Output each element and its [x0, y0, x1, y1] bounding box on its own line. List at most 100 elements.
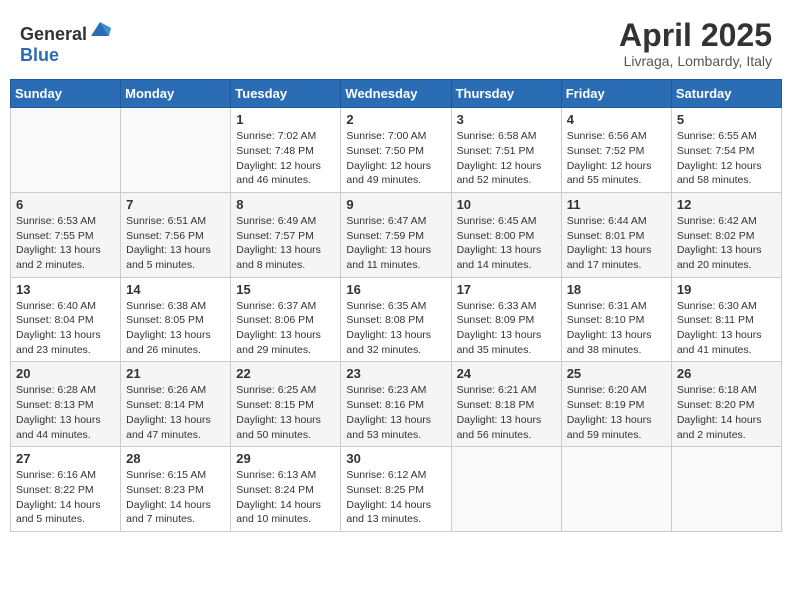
- location: Livraga, Lombardy, Italy: [619, 53, 772, 69]
- calendar-cell: 17 Sunrise: 6:33 AM Sunset: 8:09 PM Dayli…: [451, 277, 561, 362]
- calendar-cell: [11, 108, 121, 193]
- day-number: 9: [346, 197, 445, 212]
- logo: General Blue: [20, 18, 111, 66]
- day-info: Sunrise: 6:15 AM Sunset: 8:23 PM Dayligh…: [126, 468, 225, 527]
- day-info: Sunrise: 6:56 AM Sunset: 7:52 PM Dayligh…: [567, 129, 666, 188]
- calendar-cell: 19 Sunrise: 6:30 AM Sunset: 8:11 PM Dayli…: [671, 277, 781, 362]
- calendar-cell: 24Sunrise: 6:21 AM Sunset: 8:18 PM Dayli…: [451, 362, 561, 447]
- day-info: Sunrise: 6:21 AM Sunset: 8:18 PM Dayligh…: [457, 383, 556, 442]
- day-number: 13: [16, 282, 115, 297]
- day-number: 15: [236, 282, 335, 297]
- calendar-cell: 7Sunrise: 6:51 AM Sunset: 7:56 PM Daylig…: [121, 192, 231, 277]
- day-number: 2: [346, 112, 445, 127]
- calendar-week-row: 6Sunrise: 6:53 AM Sunset: 7:55 PM Daylig…: [11, 192, 782, 277]
- calendar-cell: 27 Sunrise: 6:16 AM Sunset: 8:22 PM Dayli…: [11, 447, 121, 532]
- day-number: 22: [236, 366, 335, 381]
- calendar-cell: 29Sunrise: 6:13 AM Sunset: 8:24 PM Dayli…: [231, 447, 341, 532]
- weekday-header-thursday: Thursday: [451, 80, 561, 108]
- calendar-cell: 22 Sunrise: 6:25 AM Sunset: 8:15 PM Dayli…: [231, 362, 341, 447]
- day-number: 10: [457, 197, 556, 212]
- day-number: 12: [677, 197, 776, 212]
- calendar-cell: 11Sunrise: 6:44 AM Sunset: 8:01 PM Dayli…: [561, 192, 671, 277]
- day-info: Sunrise: 6:47 AM Sunset: 7:59 PM Dayligh…: [346, 214, 445, 273]
- day-info: Sunrise: 6:38 AM Sunset: 8:05 PM Dayligh…: [126, 299, 225, 358]
- day-info: Sunrise: 6:25 AM Sunset: 8:15 PM Dayligh…: [236, 383, 335, 442]
- calendar-table: SundayMondayTuesdayWednesdayThursdayFrid…: [10, 79, 782, 532]
- day-number: 26: [677, 366, 776, 381]
- logo-icon: [89, 18, 111, 40]
- weekday-header-monday: Monday: [121, 80, 231, 108]
- calendar-cell: 9 Sunrise: 6:47 AM Sunset: 7:59 PM Daylig…: [341, 192, 451, 277]
- calendar-cell: 12 Sunrise: 6:42 AM Sunset: 8:02 PM Dayli…: [671, 192, 781, 277]
- day-info: Sunrise: 6:18 AM Sunset: 8:20 PM Dayligh…: [677, 383, 776, 442]
- day-info: Sunrise: 6:28 AM Sunset: 8:13 PM Dayligh…: [16, 383, 115, 442]
- calendar-week-row: 13Sunrise: 6:40 AM Sunset: 8:04 PM Dayli…: [11, 277, 782, 362]
- day-info: Sunrise: 6:13 AM Sunset: 8:24 PM Dayligh…: [236, 468, 335, 527]
- day-number: 17: [457, 282, 556, 297]
- day-info: Sunrise: 6:42 AM Sunset: 8:02 PM Dayligh…: [677, 214, 776, 273]
- day-info: Sunrise: 6:20 AM Sunset: 8:19 PM Dayligh…: [567, 383, 666, 442]
- day-info: Sunrise: 6:45 AM Sunset: 8:00 PM Dayligh…: [457, 214, 556, 273]
- calendar-cell: 25 Sunrise: 6:20 AM Sunset: 8:19 PM Dayli…: [561, 362, 671, 447]
- day-info: Sunrise: 6:49 AM Sunset: 7:57 PM Dayligh…: [236, 214, 335, 273]
- day-info: Sunrise: 6:23 AM Sunset: 8:16 PM Dayligh…: [346, 383, 445, 442]
- calendar-week-row: 27 Sunrise: 6:16 AM Sunset: 8:22 PM Dayli…: [11, 447, 782, 532]
- day-info: Sunrise: 6:35 AM Sunset: 8:08 PM Dayligh…: [346, 299, 445, 358]
- day-info: Sunrise: 6:16 AM Sunset: 8:22 PM Dayligh…: [16, 468, 115, 527]
- calendar-cell: 1 Sunrise: 7:02 AM Sunset: 7:48 PM Daylig…: [231, 108, 341, 193]
- day-info: Sunrise: 6:58 AM Sunset: 7:51 PM Dayligh…: [457, 129, 556, 188]
- calendar-cell: 4Sunrise: 6:56 AM Sunset: 7:52 PM Daylig…: [561, 108, 671, 193]
- page-header: General Blue April 2025 Livraga, Lombard…: [10, 10, 782, 75]
- month-year: April 2025: [619, 18, 772, 53]
- weekday-header-sunday: Sunday: [11, 80, 121, 108]
- day-number: 5: [677, 112, 776, 127]
- day-info: Sunrise: 6:55 AM Sunset: 7:54 PM Dayligh…: [677, 129, 776, 188]
- day-number: 20: [16, 366, 115, 381]
- calendar-cell: 26 Sunrise: 6:18 AM Sunset: 8:20 PM Dayli…: [671, 362, 781, 447]
- calendar-cell: 10 Sunrise: 6:45 AM Sunset: 8:00 PM Dayli…: [451, 192, 561, 277]
- calendar-cell: [121, 108, 231, 193]
- calendar-week-row: 20 Sunrise: 6:28 AM Sunset: 8:13 PM Dayli…: [11, 362, 782, 447]
- logo-general: General: [20, 24, 87, 44]
- day-info: Sunrise: 6:30 AM Sunset: 8:11 PM Dayligh…: [677, 299, 776, 358]
- calendar-cell: 6Sunrise: 6:53 AM Sunset: 7:55 PM Daylig…: [11, 192, 121, 277]
- day-info: Sunrise: 6:26 AM Sunset: 8:14 PM Dayligh…: [126, 383, 225, 442]
- day-number: 27: [16, 451, 115, 466]
- weekday-header-wednesday: Wednesday: [341, 80, 451, 108]
- day-number: 16: [346, 282, 445, 297]
- calendar-cell: 28 Sunrise: 6:15 AM Sunset: 8:23 PM Dayli…: [121, 447, 231, 532]
- calendar-cell: 3 Sunrise: 6:58 AM Sunset: 7:51 PM Daylig…: [451, 108, 561, 193]
- day-number: 3: [457, 112, 556, 127]
- calendar-cell: 20 Sunrise: 6:28 AM Sunset: 8:13 PM Dayli…: [11, 362, 121, 447]
- logo-blue: Blue: [20, 45, 59, 65]
- weekday-header-tuesday: Tuesday: [231, 80, 341, 108]
- day-info: Sunrise: 6:31 AM Sunset: 8:10 PM Dayligh…: [567, 299, 666, 358]
- day-info: Sunrise: 7:00 AM Sunset: 7:50 PM Dayligh…: [346, 129, 445, 188]
- weekday-header-saturday: Saturday: [671, 80, 781, 108]
- day-number: 7: [126, 197, 225, 212]
- calendar-cell: 15Sunrise: 6:37 AM Sunset: 8:06 PM Dayli…: [231, 277, 341, 362]
- day-number: 30: [346, 451, 445, 466]
- day-info: Sunrise: 6:33 AM Sunset: 8:09 PM Dayligh…: [457, 299, 556, 358]
- day-number: 14: [126, 282, 225, 297]
- calendar-cell: 21 Sunrise: 6:26 AM Sunset: 8:14 PM Dayli…: [121, 362, 231, 447]
- calendar-cell: [671, 447, 781, 532]
- day-number: 18: [567, 282, 666, 297]
- calendar-cell: 2 Sunrise: 7:00 AM Sunset: 7:50 PM Daylig…: [341, 108, 451, 193]
- day-number: 1: [236, 112, 335, 127]
- calendar-cell: 16 Sunrise: 6:35 AM Sunset: 8:08 PM Dayli…: [341, 277, 451, 362]
- day-info: Sunrise: 6:53 AM Sunset: 7:55 PM Dayligh…: [16, 214, 115, 273]
- day-number: 25: [567, 366, 666, 381]
- day-number: 11: [567, 197, 666, 212]
- day-number: 19: [677, 282, 776, 297]
- title-area: April 2025 Livraga, Lombardy, Italy: [619, 18, 772, 69]
- day-number: 28: [126, 451, 225, 466]
- day-info: Sunrise: 7:02 AM Sunset: 7:48 PM Dayligh…: [236, 129, 335, 188]
- calendar-cell: 18 Sunrise: 6:31 AM Sunset: 8:10 PM Dayli…: [561, 277, 671, 362]
- weekday-header-row: SundayMondayTuesdayWednesdayThursdayFrid…: [11, 80, 782, 108]
- calendar-cell: 5 Sunrise: 6:55 AM Sunset: 7:54 PM Daylig…: [671, 108, 781, 193]
- calendar-week-row: 1 Sunrise: 7:02 AM Sunset: 7:48 PM Daylig…: [11, 108, 782, 193]
- calendar-cell: 13Sunrise: 6:40 AM Sunset: 8:04 PM Dayli…: [11, 277, 121, 362]
- calendar-cell: [451, 447, 561, 532]
- day-number: 21: [126, 366, 225, 381]
